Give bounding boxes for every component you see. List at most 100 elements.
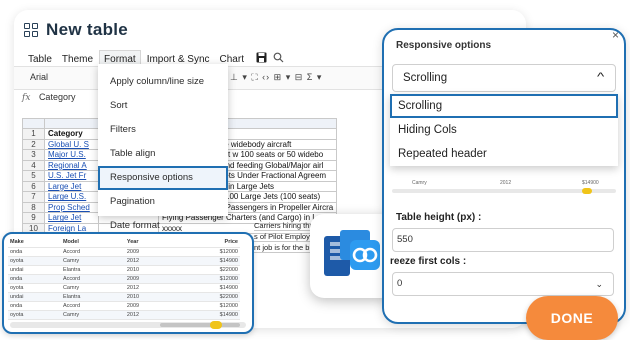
- cell: Accord: [60, 274, 125, 284]
- cell: Elantra: [60, 265, 125, 275]
- freeze-cols-value: 0: [397, 278, 403, 289]
- column-header: Price: [173, 238, 240, 248]
- search-icon[interactable]: [273, 52, 284, 66]
- menu-theme[interactable]: Theme: [58, 51, 97, 68]
- preview-scroll-strip: Camry 2012 $14900: [392, 180, 616, 200]
- cell: 2009: [124, 247, 174, 257]
- cell[interactable]: Large U.S.: [44, 191, 99, 203]
- cell: onda: [8, 301, 61, 311]
- selected-mode: Scrolling: [403, 72, 448, 84]
- cell[interactable]: Prop Sched: [44, 201, 99, 213]
- table-row: onda Accord 2009 $12000: [8, 274, 240, 284]
- close-icon[interactable]: ×: [612, 28, 619, 42]
- cell: $14900: [173, 283, 240, 293]
- format-dropdown-menu: Apply column/line size Sort Filters Tabl…: [98, 64, 228, 231]
- table-height-input[interactable]: 550: [392, 228, 614, 252]
- cell: $14900: [173, 310, 240, 320]
- cell[interactable]: Major U.S.: [44, 149, 99, 161]
- table-row: oyota Camry 2012 $14900: [8, 310, 240, 320]
- scrollbar-thumb[interactable]: [160, 323, 240, 327]
- table-row: onda Accord 2009 $12000: [8, 247, 240, 257]
- table-height-label: Table height (px) :: [396, 212, 482, 223]
- menu-item-apply-size[interactable]: Apply column/line size: [98, 70, 228, 94]
- cell: $12000: [173, 247, 240, 257]
- option-scrolling[interactable]: Scrolling: [390, 94, 618, 118]
- menu-item-table-align[interactable]: Table align: [98, 142, 228, 166]
- cell: Camry: [60, 256, 125, 266]
- cell: $22000: [173, 292, 240, 302]
- cell: 2010: [124, 292, 174, 302]
- cell: undai: [8, 292, 61, 302]
- cell: $22000: [173, 265, 240, 275]
- table-header-row: Make Model Year Price: [8, 238, 240, 248]
- cell: Elantra: [60, 292, 125, 302]
- row-number: 6: [22, 180, 45, 192]
- toolbar-tools[interactable]: ⊥ ▾ ⛶ ‹› ⊞ ▾ ⊟ Σ ▾: [230, 72, 322, 83]
- responsive-mode-select[interactable]: Scrolling ^: [392, 64, 616, 92]
- table-row: oyota Camry 2012 $14900: [8, 283, 240, 293]
- cell[interactable]: Global U. S: [44, 138, 99, 150]
- row-number: 7: [22, 191, 45, 203]
- cell: oyota: [8, 310, 61, 320]
- cell[interactable]: Large Jet: [44, 212, 99, 224]
- font-select[interactable]: Arial: [30, 72, 48, 82]
- row-number: 9: [22, 212, 45, 224]
- cell: 2012: [124, 283, 174, 293]
- cell: Camry: [60, 283, 125, 293]
- cell[interactable]: Large Jet: [44, 180, 99, 192]
- cell[interactable]: U.S. Jet Fr: [44, 170, 99, 182]
- row-number: 1: [22, 128, 45, 140]
- column-header: Model: [60, 238, 125, 248]
- cell[interactable]: Regional A: [44, 159, 99, 171]
- cell[interactable]: Category: [44, 128, 99, 140]
- horizontal-scrollbar[interactable]: [10, 321, 246, 329]
- cell: oyota: [8, 256, 61, 266]
- fx-icon: fx: [22, 93, 31, 103]
- menu-item-responsive-options[interactable]: Responsive options: [98, 166, 228, 190]
- menu-item-filters[interactable]: Filters: [98, 118, 228, 142]
- chevron-up-icon: ^: [596, 71, 605, 83]
- responsive-options-panel: Responsive options Scrolling ^ Scrolling…: [382, 28, 626, 324]
- cell: $12000: [173, 274, 240, 284]
- row-number: 5: [22, 170, 45, 182]
- cell: oyota: [8, 283, 61, 293]
- cell: 2012: [124, 256, 174, 266]
- done-button[interactable]: DONE: [526, 296, 618, 340]
- table-grid-icon: [24, 23, 38, 37]
- freeze-cols-select[interactable]: 0 ⌄: [392, 272, 614, 296]
- cell: 2012: [124, 310, 174, 320]
- mini-label: 2012: [500, 180, 512, 186]
- menu-item-sort[interactable]: Sort: [98, 94, 228, 118]
- preview-table: Make Model Year Price onda Accord 2009 $…: [8, 238, 240, 320]
- cell: 2010: [124, 265, 174, 275]
- cell: onda: [8, 247, 61, 257]
- scroll-handle[interactable]: [582, 188, 592, 194]
- table-row: undai Elantra 2010 $22000: [8, 292, 240, 302]
- formula-input[interactable]: Category: [39, 92, 76, 102]
- cell: Camry: [60, 310, 125, 320]
- preview-table-card: Make Model Year Price onda Accord 2009 $…: [2, 232, 254, 334]
- column-header: Year: [124, 238, 174, 248]
- option-hiding-cols[interactable]: Hiding Cols: [390, 118, 618, 142]
- menu-table[interactable]: Table: [24, 51, 56, 68]
- cell: onda: [8, 274, 61, 284]
- table-row: undai Elantra 2010 $22000: [8, 265, 240, 275]
- title-row: New table: [24, 20, 128, 40]
- menu-item-pagination[interactable]: Pagination: [98, 190, 228, 214]
- cell: $12000: [173, 301, 240, 311]
- cell: 2009: [124, 301, 174, 311]
- panel-title: Responsive options: [396, 40, 492, 51]
- row-number: 8: [22, 201, 45, 213]
- cell: Accord: [60, 301, 125, 311]
- row-number: 2: [22, 138, 45, 150]
- mini-label: Camry: [412, 180, 427, 186]
- cell: $14900: [173, 256, 240, 266]
- page-title: New table: [46, 20, 129, 39]
- freeze-cols-label: reeze first cols :: [390, 256, 467, 267]
- scroll-handle[interactable]: [210, 321, 222, 329]
- save-icon[interactable]: [256, 52, 267, 66]
- cell: 2009: [124, 274, 174, 284]
- column-header: Make: [8, 238, 61, 248]
- option-repeated-header[interactable]: Repeated header: [390, 142, 618, 166]
- cell: Accord: [60, 247, 125, 257]
